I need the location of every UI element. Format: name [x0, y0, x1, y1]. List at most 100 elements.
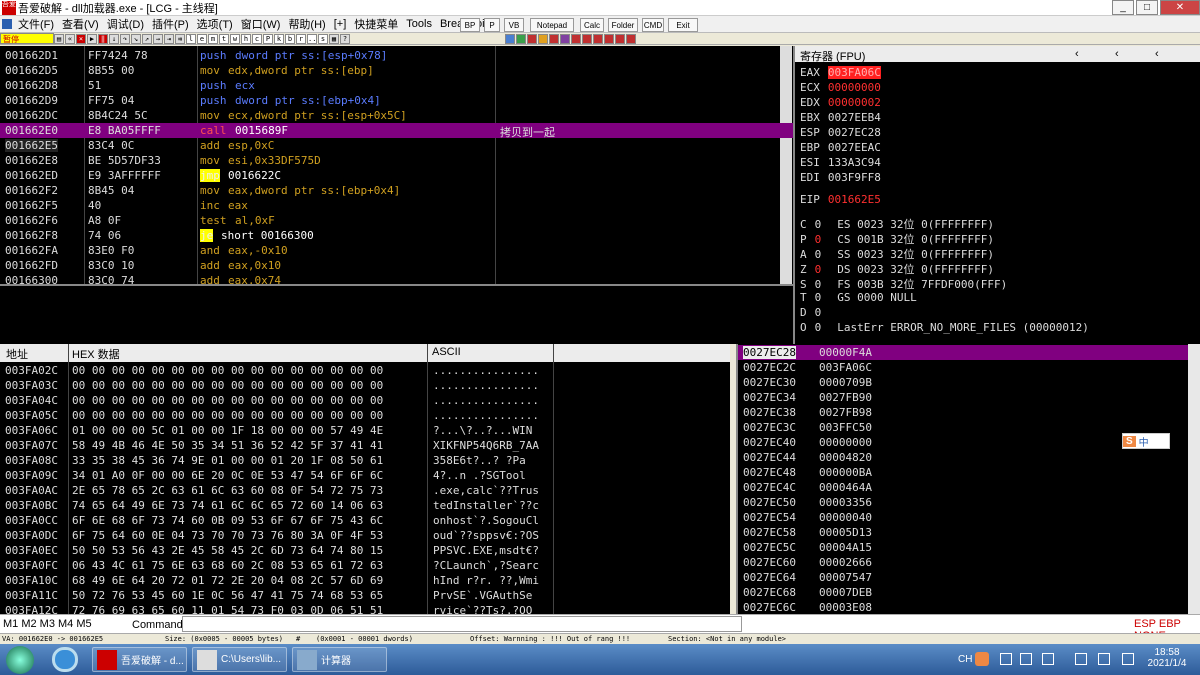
app-menu-icon[interactable] — [2, 19, 12, 29]
register-ebp[interactable]: EBP 0027EEAC — [800, 141, 881, 154]
flag-c[interactable]: C 0 ES 0023 32位 0(FFFFFFFF) — [800, 216, 994, 232]
disasm-row[interactable]: 001662E8 BE 5D57DF33 mov esi,0x33DF575D — [0, 153, 793, 168]
menu-debug[interactable]: 调试(D) — [103, 16, 148, 32]
stack-row[interactable]: 0027EC34 0027FB90 — [738, 390, 1200, 405]
disasm-row[interactable]: 001662ED E9 3AFFFFFF jmp 0016622C — [0, 168, 793, 183]
grid-icon[interactable]: ▦ — [329, 33, 339, 44]
disasm-row[interactable]: 001662F5 40 inc eax — [0, 198, 793, 213]
close-program-icon[interactable]: × — [76, 33, 86, 44]
registers-nav-left3-icon[interactable]: ‹ — [1155, 48, 1159, 60]
register-ecx[interactable]: ECX 00000000 — [800, 81, 881, 94]
plugin-icon-2[interactable] — [516, 34, 526, 44]
menu-file[interactable]: 文件(F) — [14, 16, 58, 32]
disasm-row[interactable]: 001662DC 8B4C24 5C mov ecx,dword ptr ss:[es… — [0, 108, 793, 123]
minimize-button[interactable]: _ — [1112, 0, 1134, 15]
browser-icon[interactable] — [52, 647, 78, 672]
plugin-icon-11[interactable] — [615, 34, 625, 44]
plugin-icon-7[interactable] — [571, 34, 581, 44]
tray-keyboard-icon[interactable] — [1000, 653, 1012, 665]
registers-nav-left2-icon[interactable]: ‹ — [1115, 48, 1119, 60]
memory-dump-pane[interactable]: 地址 HEX 数据 ASCII 003FA02C 00 00 00 00 00 0… — [0, 344, 730, 617]
plugin-icon-10[interactable] — [604, 34, 614, 44]
disasm-row[interactable]: 001662D5 8B55 00 mov edx,dword ptr ss:[ebp] — [0, 63, 793, 78]
dump-row[interactable]: 003FA06C 01 00 00 00 5C 01 00 00 1F 18 00… — [0, 423, 730, 438]
flag-p[interactable]: P 0 CS 001B 32位 0(FFFFFFFF) — [800, 231, 994, 247]
menu-tools[interactable]: Tools — [402, 18, 436, 30]
run-icon[interactable]: ▶ — [87, 33, 97, 44]
stack-scrollbar[interactable] — [1188, 344, 1200, 614]
toolbar-h[interactable]: h — [241, 33, 251, 44]
task-calculator[interactable]: 计算器 — [292, 647, 387, 672]
menu-help[interactable]: 帮助(H) — [284, 16, 329, 32]
trace-over-icon[interactable]: ↗ — [142, 33, 152, 44]
registers-pane[interactable]: 寄存器 (FPU) ‹ ‹ ‹ EAX 003FA06C ECX 00000000 ED… — [793, 46, 1200, 344]
dump-row[interactable]: 003FA09C 34 01 A0 0F 00 00 6E 20 0C 0E 53… — [0, 468, 730, 483]
tray-flag-icon[interactable] — [1042, 653, 1054, 665]
flag-z[interactable]: Z 0 DS 0023 32位 0(FFFFFFFF) — [800, 261, 994, 277]
disasm-row[interactable]: 001662D8 51 push ecx — [0, 78, 793, 93]
task-debugger[interactable]: 吾爱破解 - d... — [92, 647, 187, 672]
tab-notepad[interactable]: Notepad — [530, 18, 574, 32]
dump-row[interactable]: 003FA07C 58 49 4B 46 4E 50 35 34 51 36 52… — [0, 438, 730, 453]
flag-s[interactable]: S 0 FS 003B 32位 7FFDF000(FFF) — [800, 276, 1007, 292]
flag-d[interactable]: D0 — [800, 306, 837, 319]
flag-t[interactable]: T 0 GS 0000 NULL — [800, 291, 917, 304]
plugin-icon-4[interactable] — [538, 34, 548, 44]
tray-network-icon[interactable] — [1075, 653, 1087, 665]
dump-row[interactable]: 003FA04C 00 00 00 00 00 00 00 00 00 00 00… — [0, 393, 730, 408]
stack-pane[interactable]: 0027EC28 00000F4A 0027EC2C 003FA06C 0027EC30… — [736, 344, 1200, 614]
tray-battery-icon[interactable] — [1122, 653, 1134, 665]
plugin-icon-9[interactable] — [593, 34, 603, 44]
dump-row[interactable]: 003FA03C 00 00 00 00 00 00 00 00 00 00 00… — [0, 378, 730, 393]
menu-plugins[interactable]: 插件(P) — [148, 16, 193, 32]
step-into-icon[interactable]: ↓ — [109, 33, 119, 44]
tab-bp[interactable]: BP — [460, 18, 480, 32]
disasm-row[interactable]: 001662D1 FF7424 78 push dword ptr ss:[esp+0… — [0, 48, 793, 63]
plugin-icon-5[interactable] — [549, 34, 559, 44]
stack-row[interactable]: 0027EC64 00007547 — [738, 570, 1200, 585]
task-explorer[interactable]: C:\Users\lib... — [192, 647, 287, 672]
toolbar-k[interactable]: k — [274, 33, 284, 44]
dump-row[interactable]: 003FA10C 68 49 6E 64 20 72 01 72 2E 20 04… — [0, 573, 730, 588]
stack-row[interactable]: 0027EC68 00007DEB — [738, 585, 1200, 600]
disasm-row[interactable]: 001662E5 83C4 0C add esp,0xC — [0, 138, 793, 153]
clock[interactable]: 18:58 2021/1/4 — [1145, 647, 1189, 669]
toolbar-s[interactable]: s — [318, 33, 328, 44]
trace-into-icon[interactable]: ↘ — [131, 33, 141, 44]
plugin-icon-8[interactable] — [582, 34, 592, 44]
stack-row[interactable]: 0027EC58 00005D13 — [738, 525, 1200, 540]
disasm-row[interactable]: 001662F2 8B45 04 mov eax,dword ptr ss:[ebp+… — [0, 183, 793, 198]
register-ebx[interactable]: EBX 0027EEB4 — [800, 111, 881, 124]
disasm-row[interactable]: 001662FA 83E0 F0 and eax,-0x10 — [0, 243, 793, 258]
stack-row[interactable]: 0027EC50 00003356 — [738, 495, 1200, 510]
stack-row[interactable]: 0027EC2C 003FA06C — [738, 360, 1200, 375]
disasm-row[interactable]: 001662F8 74 06 je short 00166300 — [0, 228, 793, 243]
toolbar-l[interactable]: l — [186, 33, 196, 44]
open-icon[interactable]: ▤ — [54, 33, 64, 44]
toolbar-t[interactable]: t — [219, 33, 229, 44]
flag-a[interactable]: A 0 SS 0023 32位 0(FFFFFFFF) — [800, 246, 994, 262]
dump-row[interactable]: 003FA0DC 6F 75 64 60 0E 04 73 70 70 73 76… — [0, 528, 730, 543]
disasm-row[interactable]: 001662FD 83C0 10 add eax,0x10 — [0, 258, 793, 273]
register-eip[interactable]: EIP 001662E5 — [800, 193, 881, 206]
goto-icon[interactable]: ⇥ — [164, 33, 174, 44]
dump-row[interactable]: 003FA02C 00 00 00 00 00 00 00 00 00 00 00… — [0, 363, 730, 378]
register-edi[interactable]: EDI 003F9FF8 — [800, 171, 881, 184]
dump-row[interactable]: 003FA08C 33 35 38 45 36 74 9E 01 00 00 01… — [0, 453, 730, 468]
menu-view[interactable]: 查看(V) — [58, 16, 103, 32]
tab-calc[interactable]: Calc — [580, 18, 604, 32]
tab-folder[interactable]: Folder — [608, 18, 638, 32]
maximize-button[interactable]: □ — [1136, 0, 1158, 15]
stack-row[interactable]: 0027EC4C 0000464A — [738, 480, 1200, 495]
registers-nav-left-icon[interactable]: ‹ — [1075, 48, 1079, 60]
step-over-icon[interactable]: ↷ — [120, 33, 130, 44]
disasm-row[interactable]: 001662F6 A8 0F test al,0xF — [0, 213, 793, 228]
toolbar-dots[interactable]: ... — [307, 33, 321, 44]
dump-row[interactable]: 003FA05C 00 00 00 00 00 00 00 00 00 00 00… — [0, 408, 730, 423]
toolbar-w[interactable]: w — [230, 33, 240, 44]
toolbar-b[interactable]: b — [285, 33, 295, 44]
start-button[interactable] — [6, 646, 34, 674]
disasm-row[interactable]: 001662E0 E8 BA05FFFF call 0015689F 拷贝到一起 — [0, 123, 793, 139]
toolbar-m[interactable]: m — [208, 33, 218, 44]
register-edx[interactable]: EDX 00000002 — [800, 96, 881, 109]
